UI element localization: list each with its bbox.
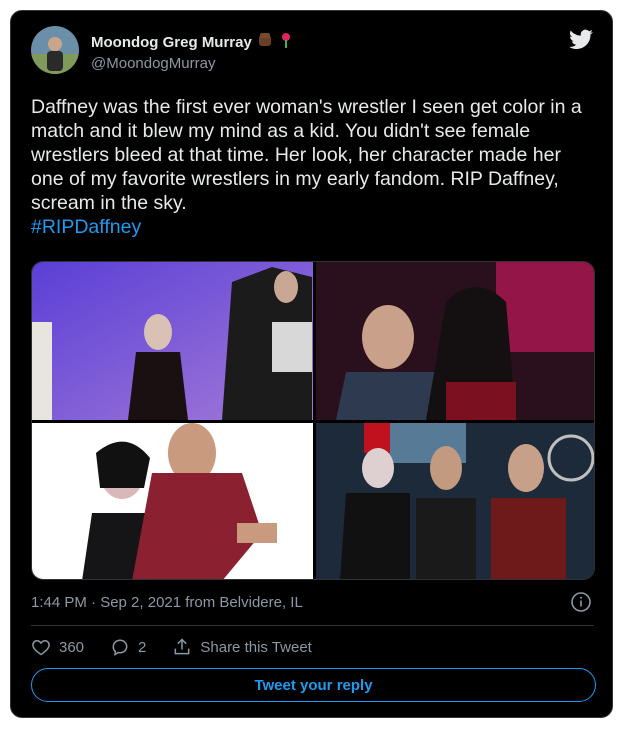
author-name-row[interactable]: Moondog Greg Murray — [91, 31, 294, 53]
reply-action-button[interactable]: 2 — [110, 637, 146, 657]
tweet-text: Daffney was the first ever woman's wrest… — [31, 95, 591, 239]
share-button[interactable]: Share this Tweet — [172, 637, 312, 657]
like-count: 360 — [59, 638, 85, 656]
heart-icon — [32, 639, 50, 656]
raised-fist-icon — [256, 31, 274, 53]
avatar[interactable] — [31, 26, 79, 74]
tweet-body: Daffney was the first ever woman's wrest… — [31, 96, 582, 214]
media-photo-1[interactable] — [32, 262, 313, 420]
reply-count: 2 — [138, 638, 147, 656]
twitter-bird-icon[interactable] — [568, 27, 594, 53]
media-photo-2[interactable] — [316, 262, 594, 420]
tweet-card: Moondog Greg Murray @MoondogMurray Daffn… — [10, 10, 613, 718]
speech-bubble-icon — [112, 639, 128, 656]
author-handle[interactable]: @MoondogMurray — [91, 55, 215, 72]
share-icon — [174, 638, 190, 655]
media-grid[interactable] — [31, 261, 595, 580]
media-photo-4[interactable] — [316, 423, 594, 579]
tweet-timestamp[interactable]: 1:44 PM · Sep 2, 2021 from Belvidere, IL — [31, 594, 303, 611]
info-icon[interactable] — [570, 591, 592, 613]
tweet-actions: 360 2 Share this Tweet — [31, 637, 338, 657]
share-label: Share this Tweet — [200, 638, 312, 656]
tweet-reply-button[interactable]: Tweet your reply — [31, 668, 596, 702]
hashtag-link[interactable]: #RIPDaffney — [31, 216, 141, 238]
rose-icon — [278, 31, 294, 53]
author-display-name[interactable]: Moondog Greg Murray — [91, 34, 252, 51]
media-photo-3[interactable] — [32, 423, 313, 579]
like-button[interactable]: 360 — [31, 637, 84, 657]
divider — [31, 625, 594, 626]
